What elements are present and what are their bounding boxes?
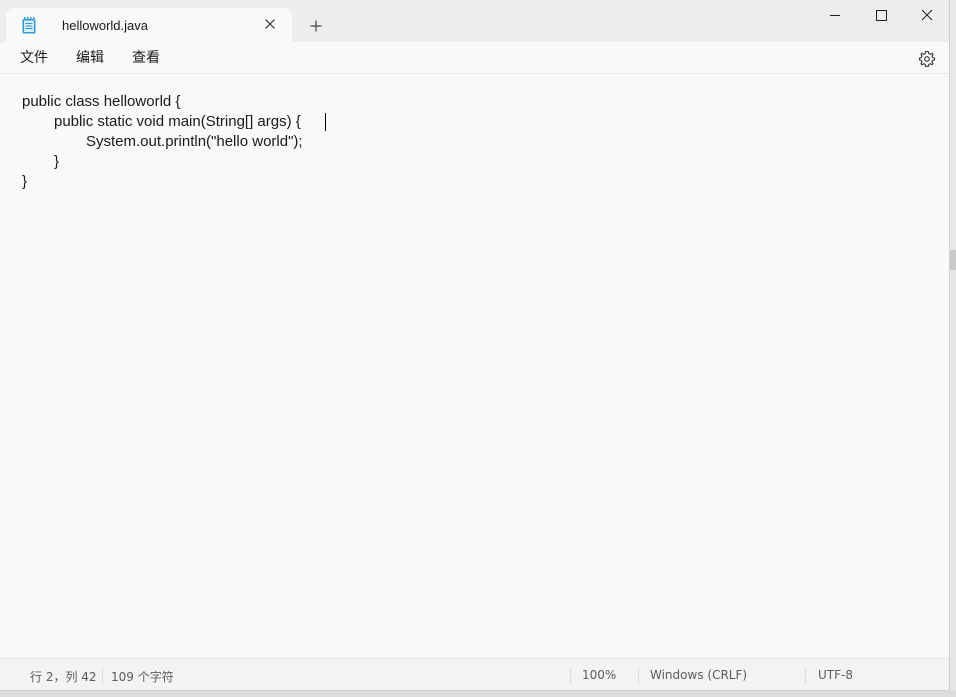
tab-helloworld[interactable]: helloworld.java	[6, 8, 292, 42]
status-encoding[interactable]: UTF-8	[818, 668, 853, 682]
tab-close-icon[interactable]	[262, 16, 278, 32]
menu-view[interactable]: 查看	[126, 48, 166, 68]
notepad-window: helloworld.java 文件 编辑 查看 public class he…	[0, 0, 950, 691]
code-line-2: public static void main(String[] args) {	[54, 113, 301, 130]
status-divider	[102, 667, 103, 684]
maximize-icon[interactable]	[858, 0, 904, 32]
code-line-4: }	[54, 153, 60, 170]
minimize-icon[interactable]	[812, 0, 858, 32]
status-line-ending[interactable]: Windows (CRLF)	[650, 668, 747, 682]
gear-icon[interactable]	[918, 50, 936, 68]
menu-file[interactable]: 文件	[14, 48, 54, 68]
status-cursor-position: 行 2，列 42	[30, 670, 97, 684]
status-bar: 行 2，列 42 109 个字符 100% Windows (CRLF) UTF…	[0, 658, 949, 690]
background-window-edge-bottom	[0, 691, 956, 697]
code-line-3: System.out.println("hello world");	[86, 133, 303, 150]
status-divider	[638, 667, 639, 684]
status-zoom[interactable]: 100%	[582, 668, 616, 682]
window-close-icon[interactable]	[904, 0, 949, 32]
title-bar[interactable]: helloworld.java	[0, 0, 949, 42]
menu-bar: 文件 编辑 查看	[0, 42, 949, 74]
new-tab-plus-icon[interactable]	[306, 16, 326, 36]
tab-title: helloworld.java	[62, 18, 148, 33]
status-divider	[570, 667, 571, 684]
status-divider	[805, 667, 806, 684]
code-line-5: }	[22, 173, 28, 190]
text-caret	[325, 113, 326, 131]
text-editor[interactable]: public class helloworld { public static …	[0, 74, 949, 658]
notepad-icon	[22, 17, 36, 34]
status-char-count: 109 个字符	[111, 670, 174, 684]
menu-edit[interactable]: 编辑	[70, 48, 110, 68]
code-line-1: public class helloworld {	[22, 93, 181, 110]
